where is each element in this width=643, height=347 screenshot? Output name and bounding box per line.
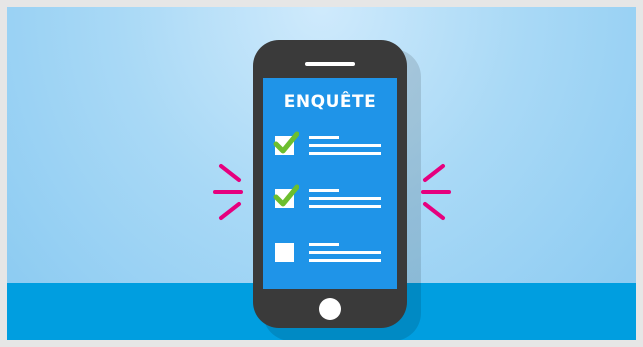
- vibration-rays-right-icon: [421, 164, 451, 220]
- survey-title: ENQUÊTE: [283, 92, 377, 112]
- text-line: [309, 144, 381, 147]
- text-line: [309, 152, 381, 155]
- text-line: [309, 243, 339, 246]
- illustration-frame: ENQUÊTE: [7, 7, 636, 340]
- check-mark-icon: [273, 131, 299, 154]
- text-line: [309, 136, 339, 139]
- text-line: [309, 251, 381, 254]
- phone-screen: ENQUÊTE: [263, 78, 397, 289]
- checklist-item: [273, 131, 387, 160]
- text-line: [309, 189, 339, 192]
- phone-speaker: [305, 62, 355, 66]
- vibration-rays-left-icon: [213, 164, 243, 220]
- checklist-item: [273, 184, 387, 213]
- text-line: [309, 197, 381, 200]
- smartphone-icon: ENQUÊTE: [253, 40, 407, 328]
- checkbox-empty: [275, 243, 294, 262]
- check-mark-icon: [273, 184, 299, 207]
- home-button: [319, 298, 341, 320]
- text-line: [309, 205, 381, 208]
- text-line: [309, 259, 381, 262]
- checklist-item: [275, 243, 387, 267]
